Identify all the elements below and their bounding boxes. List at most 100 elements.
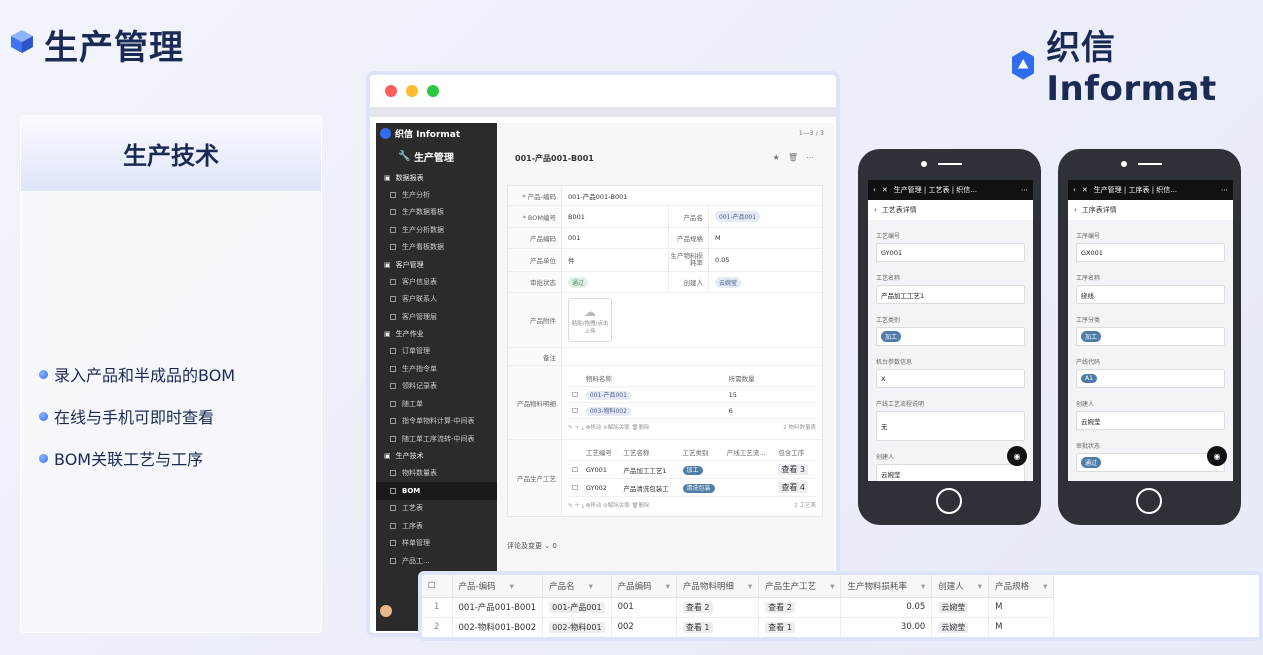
sort-caret-icon[interactable]: ▾ [666,582,670,592]
table-row[interactable]: 1 001-产品001-B001 001-产品001 001 查看 2 查看 2 0.05 云… [422,597,1055,618]
chat-fab-button[interactable]: ◉ [1207,446,1227,466]
sort-caret-icon[interactable]: ▾ [1043,582,1047,592]
subtable-toolbar[interactable]: ✎ ＋ ⤓ ✥移动 ⊘解除关联 🗑删除 [568,501,650,510]
sort-caret-icon[interactable]: ▾ [921,582,925,592]
sidebar-group[interactable]: ▣ 数据报表 [376,169,497,186]
minimize-window-button[interactable] [406,85,418,97]
field-input[interactable]: 加工 [1076,327,1225,346]
spec-field[interactable]: M [709,228,721,248]
field-input[interactable]: 通过 [1076,453,1225,472]
sidebar-item[interactable]: 产品工... [376,552,497,570]
loss-field[interactable]: 0.05 [709,249,729,271]
view-steps-button[interactable]: 查看 3 [778,464,808,475]
sidebar-item[interactable]: BOM [376,482,497,500]
column-header[interactable]: 生产物料损耗率 ▾ [840,575,933,598]
unit-field[interactable]: 件 [562,249,669,271]
sidebar-item[interactable]: 随工单工序流转-中间表 [376,430,497,448]
sidebar-item[interactable]: 指令单物料计算-中间表 [376,413,497,431]
close-icon[interactable]: ✕ [1082,186,1088,194]
product-code-field[interactable]: 001 [562,228,669,248]
more-icon[interactable]: ⋯ [1221,186,1228,194]
sort-caret-icon[interactable]: ▾ [589,582,593,592]
sort-caret-icon[interactable]: ▾ [510,582,514,592]
column-header[interactable]: 产品生产工艺 ▾ [758,575,842,598]
field-input[interactable]: X [876,369,1025,388]
cell-proc[interactable]: 查看 2 [765,601,795,613]
back-icon[interactable]: ‹ [873,186,876,194]
home-button[interactable] [1136,488,1162,514]
sidebar-item[interactable]: 订单管理 [376,343,497,361]
sidebar-item[interactable]: 客户联系人 [376,291,497,309]
sidebar-item[interactable]: 生产数据看板 [376,204,497,222]
cell-proc[interactable]: 查看 1 [765,621,795,633]
sidebar-item[interactable]: 物料数量表 [376,465,497,483]
maximize-window-button[interactable] [427,85,439,97]
field-input[interactable]: 云婉莹 [1076,411,1225,430]
back-icon[interactable]: ‹ [1074,206,1077,214]
home-button[interactable] [936,488,962,514]
sidebar-item[interactable]: 生产分析 [376,186,497,204]
close-window-button[interactable] [385,85,397,97]
product-bom-code-field[interactable]: 001-产品001-B001 [562,186,627,205]
creator-tag[interactable]: 云婉莹 [715,276,742,288]
comments-toggle[interactable]: 评论及变更 ⌄ 0 [507,541,557,551]
cell-mat[interactable]: 查看 2 [682,601,713,613]
sidebar-item[interactable]: 生产分析数据 [376,221,497,239]
bom-no-field[interactable]: B001 [562,206,669,227]
column-header[interactable]: 产品-编码 ▾ [452,575,544,598]
upload-dropzone[interactable]: ☁ 粘贴/拖拽/点击上传 [568,298,612,342]
view-steps-button[interactable]: 查看 4 [778,482,808,493]
sidebar-item[interactable]: 领料记录表 [376,378,497,396]
field-input[interactable]: 绕线 [1076,285,1225,304]
sort-caret-icon[interactable]: ▾ [978,582,982,592]
chat-fab-button[interactable]: ◉ [1007,446,1027,466]
column-header[interactable]: 产品物料明细 ▾ [676,575,760,598]
remark-field[interactable] [562,348,568,365]
material-tag[interactable]: 001-产品001 [585,391,631,400]
cell-name[interactable]: 002-物料001 [549,621,605,633]
field-input[interactable]: GY001 [876,243,1025,262]
sidebar-item[interactable]: 样单管理 [376,535,497,553]
column-header[interactable]: 创建人 ▾ [931,575,990,598]
app-name[interactable]: 🔧 生产管理 [376,143,497,169]
sort-caret-icon[interactable]: ▾ [830,582,834,592]
cell-mat[interactable]: 查看 1 [682,621,713,633]
record-actions[interactable]: ★🗑⋯ [773,153,822,162]
sidebar-item[interactable]: 工序表 [376,517,497,535]
row-checkbox[interactable]: ☐ [568,386,582,403]
row-checkbox[interactable]: ☐ [568,402,582,419]
sidebar-group[interactable]: ▣ 生产技术 [376,448,497,465]
subtable-toolbar[interactable]: ✎ ＋ ⤓ ✥移动 ⊘解除关联 🗑删除 [568,423,650,432]
sort-caret-icon[interactable]: ▾ [748,582,752,592]
sidebar-item[interactable]: 生产指令单 [376,360,497,378]
sidebar-item[interactable]: 客户管理层 [376,308,497,326]
row-checkbox[interactable]: ☐ [568,460,582,479]
close-icon[interactable]: ✕ [882,186,888,194]
field-input[interactable]: 产品加工工艺1 [876,285,1025,304]
select-all-checkbox[interactable]: ☐ [422,575,453,598]
field-input[interactable]: A1 [1076,369,1225,388]
row-checkbox[interactable]: ☐ [568,478,582,497]
record-pager[interactable]: 1—3 / 3 [799,129,824,137]
material-row[interactable]: ☐ 003-物料002 6 [568,402,816,419]
table-row[interactable]: 2 002-物料001-B002 002-物料001 002 查看 1 查看 1 30.00… [422,617,1055,637]
back-icon[interactable]: ‹ [874,206,877,214]
column-header[interactable]: 产品名 ▾ [542,575,612,598]
material-row[interactable]: ☐ 001-产品001 15 [568,386,816,403]
field-input[interactable]: 无 [876,411,1025,441]
sidebar-item[interactable]: 随工单 [376,395,497,413]
avatar[interactable] [380,605,392,617]
cell-name[interactable]: 001-产品001 [549,601,605,613]
sidebar-item[interactable]: 生产看板数据 [376,239,497,257]
process-row[interactable]: ☐ GY002 产品清洗包装工 清洗包装 查看 4 [568,478,816,497]
sidebar-item[interactable]: 工艺表 [376,500,497,518]
process-row[interactable]: ☐ GY001 产品加工工艺1 加工 查看 3 [568,460,816,479]
product-name-tag[interactable]: 001-产品001 [715,211,761,222]
back-icon[interactable]: ‹ [1073,186,1076,194]
field-input[interactable]: GX001 [1076,243,1225,262]
column-header[interactable]: 产品规格 ▾ [988,575,1055,598]
field-input[interactable]: 加工 [876,327,1025,346]
material-tag[interactable]: 003-物料002 [585,407,631,416]
sidebar-group[interactable]: ▣ 客户管理 [376,256,497,273]
field-input[interactable]: 云婉莹 [876,464,1025,481]
